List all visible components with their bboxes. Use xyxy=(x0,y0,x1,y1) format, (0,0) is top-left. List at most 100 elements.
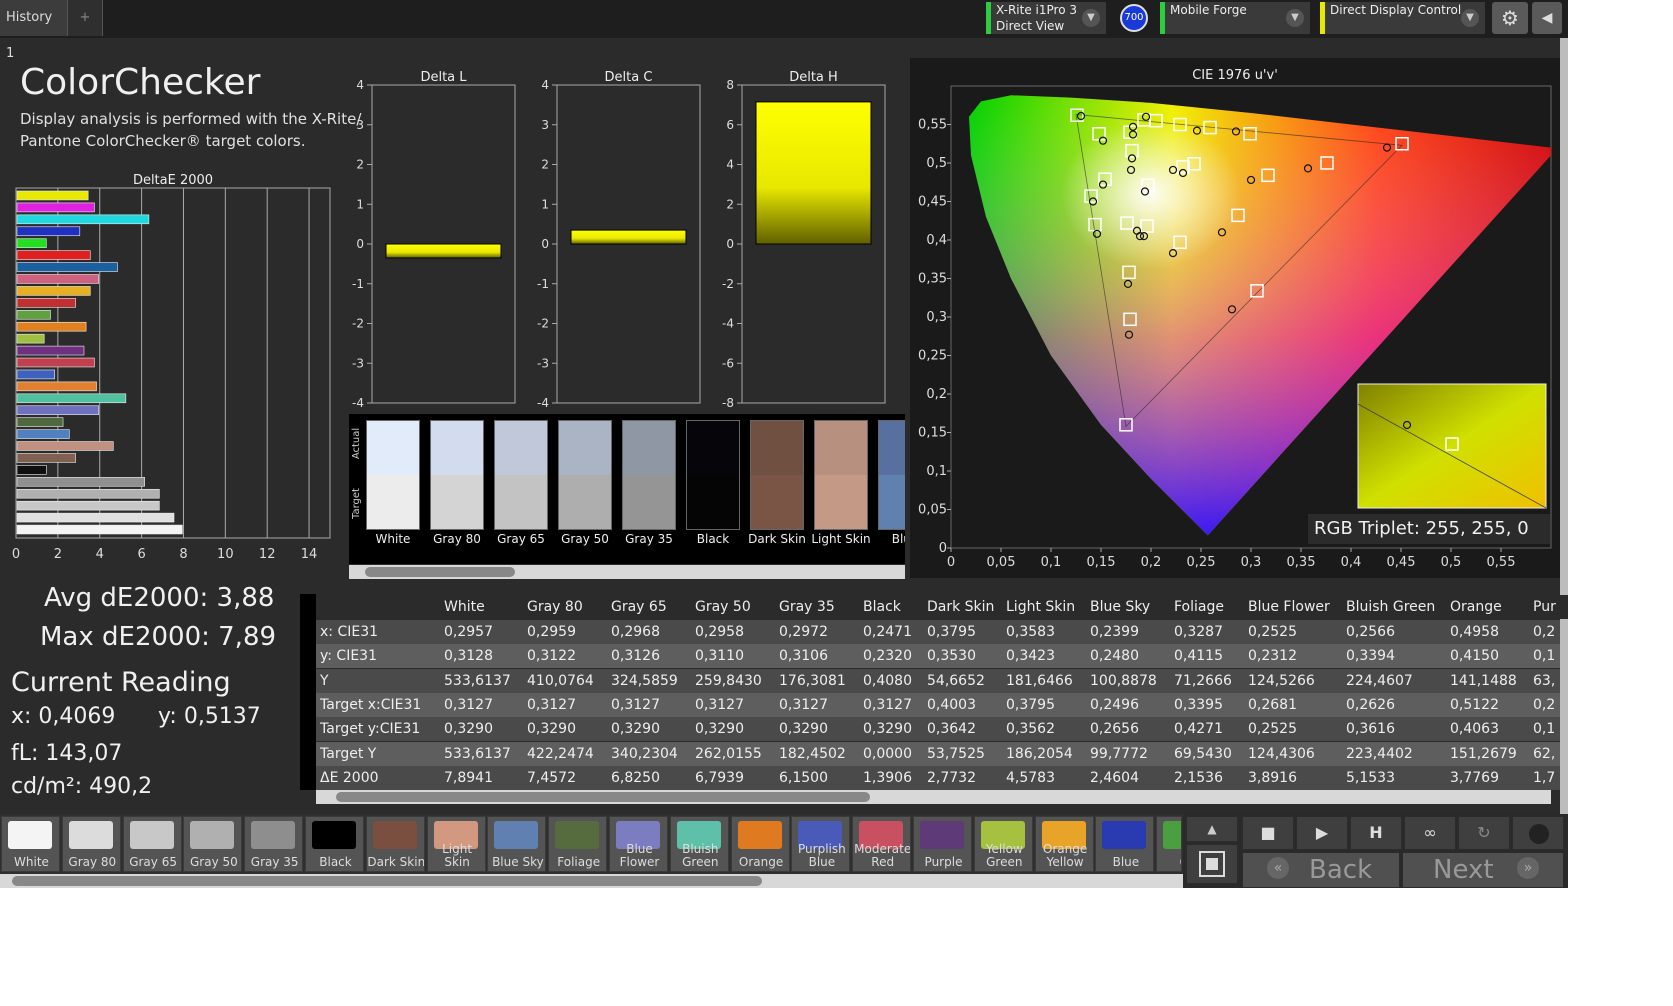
swatch-button[interactable]: Purplish Blue xyxy=(791,816,851,872)
refresh-button[interactable]: ↻ xyxy=(1458,816,1510,850)
settings-button[interactable]: ⚙ xyxy=(1492,2,1528,34)
device-selector-generator[interactable]: Mobile Forge ▼ xyxy=(1160,2,1310,34)
swatch-color-chip xyxy=(8,821,52,849)
scrollbar-thumb[interactable] xyxy=(365,567,515,577)
table-scrollbar[interactable] xyxy=(316,790,1551,804)
collapse-button[interactable]: ◀ xyxy=(1532,2,1562,34)
column-header: Dark Skin xyxy=(927,599,995,615)
swatch-button[interactable]: Moderate Red xyxy=(852,816,912,872)
refresh-icon: ↻ xyxy=(1477,823,1491,842)
hold-button[interactable]: H xyxy=(1350,816,1402,850)
delta-c-chart: 4 3 2 1 0 -1 -2 -3 -4 Delta C xyxy=(537,70,701,410)
back-button[interactable]: « Back xyxy=(1242,852,1400,888)
table-cell: 141,1488 xyxy=(1450,672,1517,689)
y-tick-label: 3 xyxy=(356,118,364,132)
swatch-button[interactable]: Blue Flower xyxy=(609,816,668,872)
table-cell: 0,2958 xyxy=(695,624,744,640)
x-tick-label: 2 xyxy=(54,547,62,562)
table-cell: 0,3127 xyxy=(444,696,493,713)
swatch-button[interactable]: Yellow Green xyxy=(973,816,1033,872)
swatch-button[interactable]: Blue Sky xyxy=(487,816,547,872)
delta-bar xyxy=(570,229,687,245)
table-cell: 181,6466 xyxy=(1006,672,1073,689)
table-cell: 2,4604 xyxy=(1090,769,1139,786)
table-cell: 62, xyxy=(1533,745,1556,762)
y-tick-label: 6 xyxy=(726,118,734,132)
swatch-button[interactable]: Gr xyxy=(1156,816,1183,872)
add-tab-button[interactable]: + xyxy=(68,0,103,36)
page-scrollbar[interactable] xyxy=(1560,38,1568,814)
deltae-bar xyxy=(16,238,47,248)
y-tick-label: 2 xyxy=(541,158,549,172)
table-cell: 5,1533 xyxy=(1346,769,1395,786)
tab-history-1[interactable]: History 1 xyxy=(0,0,68,61)
table-cell: 0,2626 xyxy=(1346,696,1395,713)
target-swatch xyxy=(879,475,905,529)
swatch-button[interactable]: Gray 35 xyxy=(244,816,304,872)
deltae-bar xyxy=(16,298,76,308)
swatch-color-chip xyxy=(68,821,113,849)
swatch-button[interactable]: Orange Yellow xyxy=(1034,816,1094,872)
swatch-strip-scrollbar[interactable] xyxy=(349,565,905,579)
swatch-button[interactable]: Blue xyxy=(1095,816,1155,872)
row-label: Y xyxy=(320,672,329,689)
swatch-button[interactable]: Gray 80 xyxy=(61,816,121,872)
stop-icon: ■ xyxy=(1260,823,1276,842)
table-cell: 0,3290 xyxy=(863,721,912,738)
swatch-button[interactable]: Light Skin xyxy=(426,816,486,872)
deltae-bar xyxy=(16,286,91,296)
record-button[interactable] xyxy=(1512,816,1564,850)
row-label: x: CIE31 xyxy=(320,624,379,640)
continuous-button[interactable]: ∞ xyxy=(1404,816,1456,850)
deltae-bar xyxy=(16,393,127,404)
row-label: Target y:CIE31 xyxy=(320,721,421,738)
actual-swatch xyxy=(815,421,867,475)
stop-toggle-button[interactable] xyxy=(1186,844,1238,884)
y-tick-label: 0,55 xyxy=(918,118,947,133)
swatch-comparison-item xyxy=(430,420,484,530)
y-tick-label: 4 xyxy=(356,78,364,92)
next-label: Next xyxy=(1433,855,1494,885)
bottom-swatch-scrollbar[interactable] xyxy=(0,874,1183,888)
table-cell: 223,4402 xyxy=(1346,745,1413,762)
device-selector-meter[interactable]: X-Rite i1Pro 3 Direct View ▼ xyxy=(986,2,1106,34)
deltae-bar xyxy=(16,357,95,368)
deltae-bar xyxy=(16,477,145,487)
double-chevron-left-icon: « xyxy=(1267,857,1289,879)
next-button[interactable]: Next » xyxy=(1402,852,1564,888)
deltae-bar xyxy=(16,441,114,451)
scroll-up-button[interactable]: ▲ xyxy=(1186,816,1238,842)
table-cell: 0,3795 xyxy=(927,624,976,640)
swatch-button[interactable]: Gray 50 xyxy=(183,816,243,872)
device-selector-display[interactable]: Direct Display Control ▼ xyxy=(1320,2,1485,34)
swatch-button[interactable]: Purple xyxy=(913,816,972,872)
swatch-button[interactable]: Dark Skin xyxy=(365,816,425,872)
x-tick-label: 0,05 xyxy=(987,555,1016,570)
deltae-bar xyxy=(16,190,89,201)
page-description-line2: Pantone ColorChecker® target colors. xyxy=(20,132,306,150)
column-header: White xyxy=(444,599,485,615)
swatch-button[interactable]: Bluish Green xyxy=(669,816,729,872)
play-button[interactable]: ▶ xyxy=(1296,816,1348,850)
swatch-button[interactable]: Black xyxy=(305,816,364,872)
back-label: Back xyxy=(1309,855,1373,885)
chart-title: Delta L xyxy=(420,70,467,85)
table-cell: 151,2679 xyxy=(1450,745,1517,762)
deltae-bar xyxy=(16,465,47,475)
swatch-button[interactable]: Gray 65 xyxy=(122,816,182,872)
scrollbar-thumb[interactable] xyxy=(336,792,870,802)
y-tick-label: 0 xyxy=(726,237,734,251)
column-header: Bluish Green xyxy=(1346,599,1436,615)
swatch-button[interactable]: Orange xyxy=(730,816,790,872)
swatch-name: Black xyxy=(696,532,730,546)
table-cell: 0,2959 xyxy=(527,624,576,640)
x-tick-label: 14 xyxy=(301,547,318,562)
column-header: Foliage xyxy=(1174,599,1224,615)
swatch-button[interactable]: White xyxy=(1,816,60,872)
deltae-bar xyxy=(16,453,76,463)
swatch-button[interactable]: Foliage xyxy=(548,816,608,872)
scrollbar-thumb[interactable] xyxy=(12,876,762,886)
stop-button[interactable]: ■ xyxy=(1242,816,1294,850)
table-cell: 0,2968 xyxy=(611,624,660,640)
swatch-comparison-item xyxy=(814,420,868,530)
